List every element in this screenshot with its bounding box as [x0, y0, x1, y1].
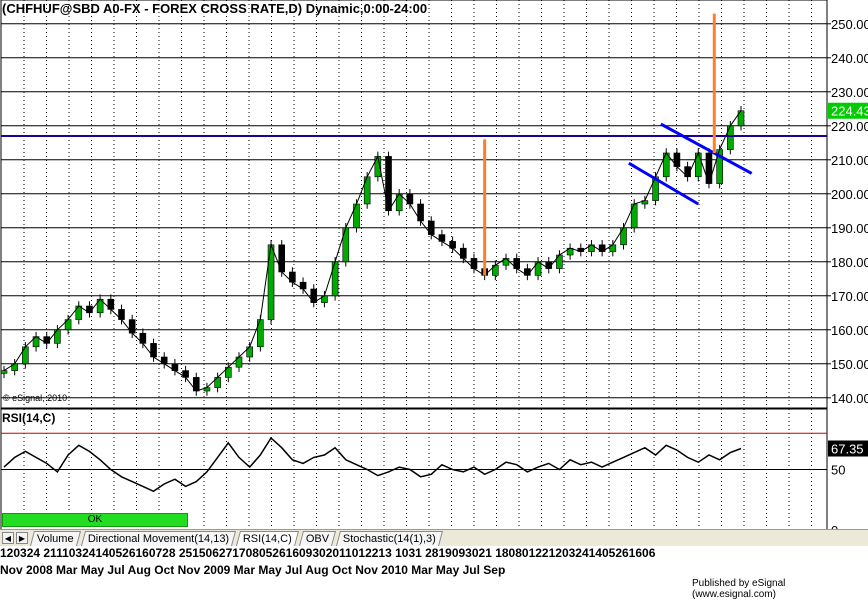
tab-rsi[interactable]: RSI(14,C) [235, 530, 299, 546]
price-tick-label: 180.00 [831, 255, 868, 270]
rsi-title: RSI(14,C) [2, 411, 55, 425]
price-tick-label: 170.00 [831, 289, 868, 304]
price-tick-label: 250.00 [831, 17, 868, 32]
candle-body [0, 370, 8, 374]
price-tick-label: 200.00 [831, 187, 868, 202]
publisher-note: Published by eSignal (www.esignal.com) [692, 578, 786, 600]
tab-scroll-right-icon[interactable]: ▶ [16, 532, 28, 544]
candle-body [705, 152, 713, 184]
x-axis: 120324 21110324140526160728 251506271708… [0, 546, 868, 580]
study-tabs: ◀ ▶ Volume Directional Movement(14,13) R… [0, 529, 868, 546]
last-price-label: 224.43 [831, 104, 868, 119]
tab-obv[interactable]: OBV [298, 530, 337, 546]
tab-stochastic[interactable]: Stochastic(14(1),3) [336, 530, 444, 546]
price-tick-label: 220.00 [831, 119, 868, 134]
x-axis-day-labels: 120324 21110324140526160728 251506271708… [0, 546, 656, 560]
price-tick-label: 240.00 [831, 51, 868, 66]
rsi-last-value-label: 67.35 [831, 442, 864, 457]
x-axis-month-labels: Nov 2008 Mar May Jul Aug Oct Nov 2009 Ma… [0, 563, 506, 577]
tab-scroll-left-icon[interactable]: ◀ [2, 532, 14, 544]
chart-area: 140.00 150.00 160.00 170.00 180.00 190.00 200.… [0, 0, 868, 530]
price-tick-label: 230.00 [831, 85, 868, 100]
status-bar: OK [2, 513, 188, 527]
status-label: OK [87, 514, 103, 525]
tab-directional-movement[interactable]: Directional Movement(14,13) [80, 530, 236, 546]
watermark: © eSignal, 2010 [3, 393, 67, 403]
price-tick-label: 160.00 [831, 323, 868, 338]
price-tick-label: 150.00 [831, 357, 868, 372]
price-tick-label: 210.00 [831, 153, 868, 168]
tab-volume[interactable]: Volume [29, 530, 81, 546]
rsi-tick-label: 50 [831, 463, 845, 478]
price-tick-label: 140.00 [831, 391, 868, 406]
price-tick-label: 190.00 [831, 221, 868, 236]
chart-title: (CHFHUF@SBD A0-FX - FOREX CROSS RATE,D) … [2, 1, 427, 16]
